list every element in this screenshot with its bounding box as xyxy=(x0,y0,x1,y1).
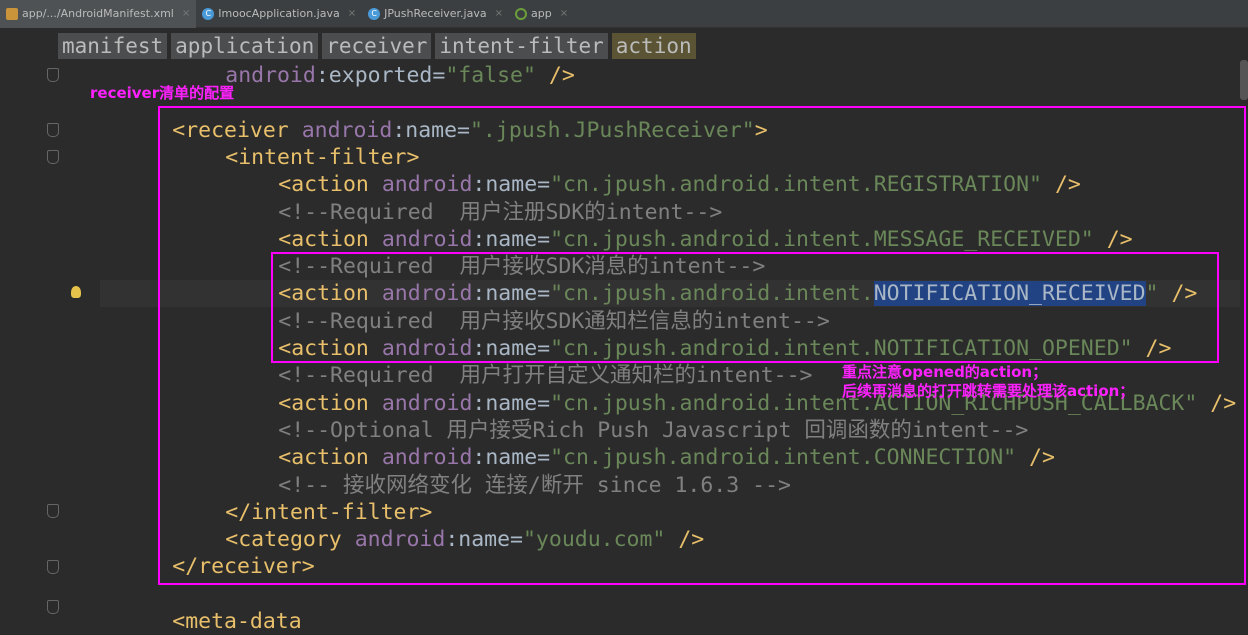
breadcrumb-intent-filter[interactable]: intent-filter xyxy=(435,33,608,59)
receiver-annotation: receiver清单的配置 xyxy=(90,84,235,102)
opened-annotation-line1: 重点注意opened的action； xyxy=(842,363,1048,381)
tab-0[interactable]: app/.../AndroidManifest.xml × xyxy=(0,0,197,28)
tab-2[interactable]: C JPushReceiver.java × xyxy=(362,0,509,28)
class-icon: C xyxy=(202,7,215,20)
notification-highlight-box xyxy=(271,252,1219,363)
lightbulb-icon[interactable] xyxy=(71,286,81,298)
fold-icon[interactable] xyxy=(47,600,59,614)
fold-icon[interactable] xyxy=(47,68,59,82)
fold-icon[interactable] xyxy=(47,123,59,137)
fold-icon[interactable] xyxy=(47,504,59,518)
token-tag: /> xyxy=(548,63,575,88)
close-icon[interactable]: × xyxy=(495,8,503,19)
close-icon[interactable]: × xyxy=(182,8,190,19)
module-icon xyxy=(515,7,527,20)
editor-gutter xyxy=(0,60,100,618)
breadcrumb-receiver[interactable]: receiver xyxy=(322,33,432,59)
token-attr: android xyxy=(225,63,316,88)
fold-icon[interactable] xyxy=(47,150,59,164)
xml-file-icon xyxy=(6,7,18,20)
tab-label: ImoocApplication.java xyxy=(218,7,340,20)
fold-icon[interactable] xyxy=(47,560,59,574)
close-icon[interactable]: × xyxy=(348,8,356,19)
class-icon: C xyxy=(368,7,381,20)
breadcrumb-action[interactable]: action xyxy=(611,33,696,59)
breadcrumb-application[interactable]: application xyxy=(171,33,319,59)
editor-tab-bar: app/.../AndroidManifest.xml × C ImoocApplic… xyxy=(0,0,1248,28)
token-val: "false" xyxy=(445,63,536,88)
code-line[interactable]: <meta-data xyxy=(172,608,301,635)
tab-label: app/.../AndroidManifest.xml xyxy=(22,7,174,20)
opened-annotation-line2: 后续再消息的打开跳转需要处理该action； xyxy=(842,382,1135,400)
token-txt: :exported= xyxy=(315,63,446,88)
scrollbar[interactable] xyxy=(1240,60,1248,100)
close-icon[interactable]: × xyxy=(560,8,568,19)
tab-1[interactable]: C ImoocApplication.java × xyxy=(196,0,362,28)
breadcrumb: manifest application receiver intent-filter… xyxy=(58,33,696,59)
tab-label: JPushReceiver.java xyxy=(384,7,487,20)
tab-3[interactable]: app × xyxy=(509,0,574,28)
breadcrumb-manifest[interactable]: manifest xyxy=(58,33,168,59)
tab-label: app xyxy=(531,7,552,20)
token-tag: <meta-data xyxy=(172,609,302,634)
code-line[interactable]: android:exported="false" /> xyxy=(225,62,575,89)
